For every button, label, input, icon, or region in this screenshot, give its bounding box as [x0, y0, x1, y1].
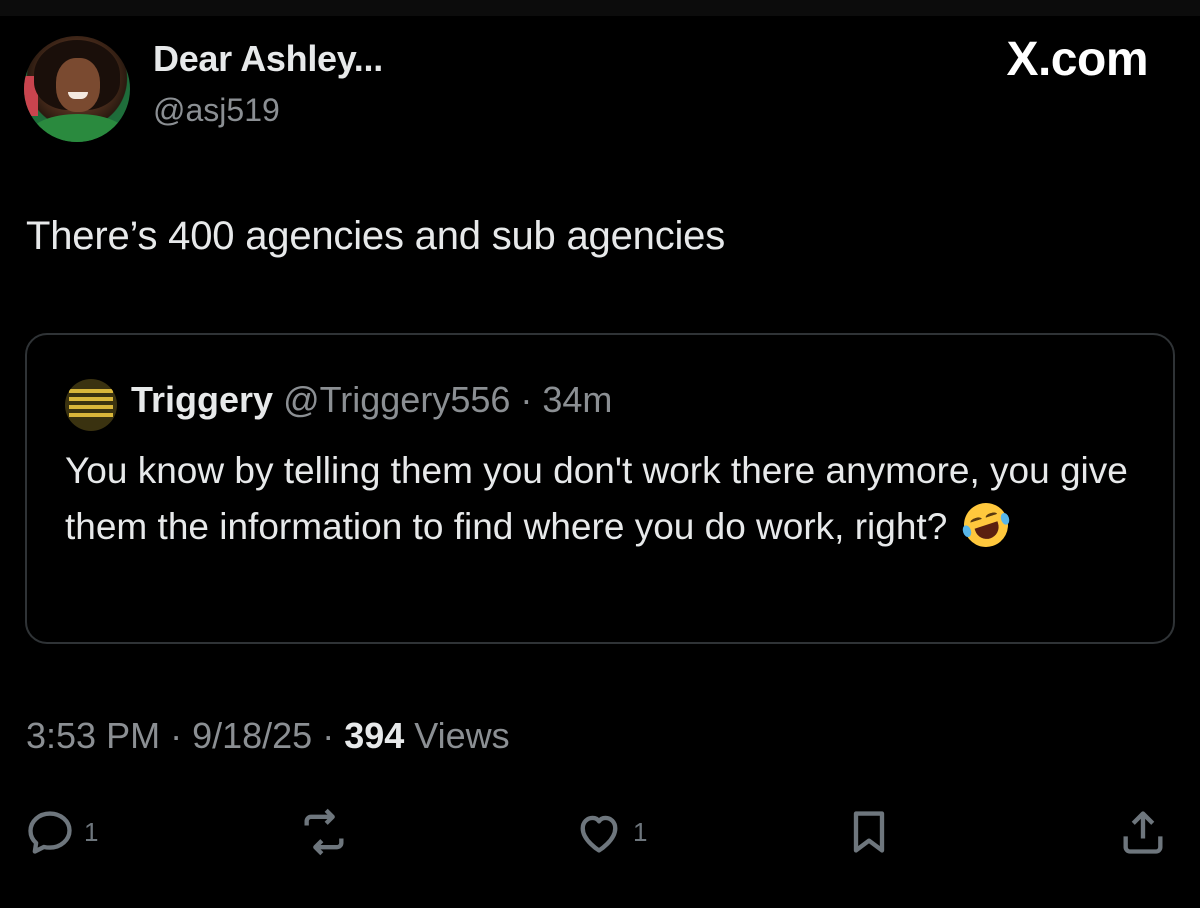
tweet-time[interactable]: 3:53 PM — [26, 715, 160, 756]
emoji-eye — [984, 511, 998, 521]
quoted-author-line: Triggery @Triggery556 · 34m — [131, 379, 612, 421]
quoted-author-name[interactable]: Triggery — [131, 379, 273, 420]
reply-icon — [28, 811, 72, 854]
rofl-emoji-icon — [957, 497, 1014, 553]
avatar-shirt — [30, 114, 126, 142]
views-count: 394 — [344, 715, 405, 756]
tweet-meta: 3:53 PM · 9/18/25 · 394 Views — [26, 715, 510, 757]
share-icon — [1123, 811, 1163, 854]
meta-separator: · — [312, 715, 345, 756]
quoted-author-handle[interactable]: @Triggery556 — [283, 379, 510, 420]
emoji-mouth — [974, 521, 1002, 543]
views-label: Views — [404, 715, 510, 756]
author-display-name[interactable]: Dear Ashley... — [153, 38, 383, 80]
tweet-date[interactable]: 9/18/25 — [192, 715, 312, 756]
author-handle[interactable]: @asj519 — [153, 92, 280, 129]
quoted-author-avatar[interactable] — [65, 379, 117, 431]
brand-label: X.com — [1006, 33, 1148, 86]
tweet-text: There’s 400 agencies and sub agencies — [26, 214, 726, 258]
quoted-separator: · — [510, 379, 543, 420]
repost-button[interactable] — [298, 804, 350, 860]
like-button[interactable]: 1 — [573, 804, 647, 860]
avatar-sign-line — [69, 397, 113, 401]
avatar-sign-line — [69, 413, 113, 417]
author-avatar[interactable] — [24, 36, 130, 142]
emoji-eye — [969, 516, 983, 526]
quoted-tweet-card[interactable]: Triggery @Triggery556 · 34m You know by … — [25, 333, 1175, 644]
quoted-text-block: You know by telling them you don't work … — [65, 443, 1145, 555]
emoji-tear — [998, 511, 1011, 526]
share-button[interactable] — [1117, 804, 1169, 860]
avatar-sign-line — [69, 389, 113, 393]
avatar-face — [56, 58, 100, 112]
repost-icon — [304, 808, 344, 856]
bookmark-button[interactable] — [843, 804, 895, 860]
quoted-time[interactable]: 34m — [542, 379, 612, 420]
bookmark-icon — [853, 811, 885, 853]
avatar-sign-line — [69, 405, 113, 409]
top-strip — [0, 0, 1200, 16]
emoji-tear — [960, 524, 973, 539]
like-count: 1 — [633, 816, 648, 847]
meta-separator: · — [160, 715, 193, 756]
reply-button[interactable]: 1 — [24, 804, 98, 860]
heart-icon — [580, 815, 618, 853]
reply-count: 1 — [84, 816, 99, 847]
